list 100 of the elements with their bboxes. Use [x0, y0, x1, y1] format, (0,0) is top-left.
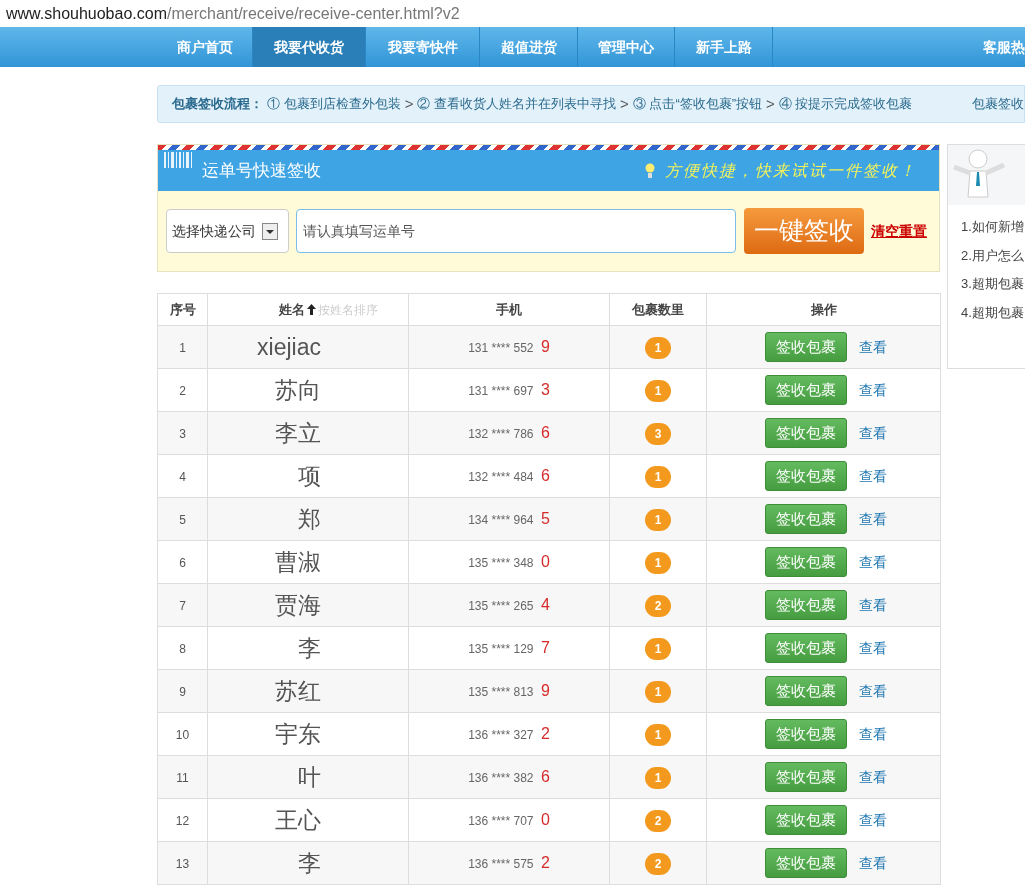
row-number: 9 — [179, 685, 186, 699]
view-link[interactable]: 查看 — [859, 852, 887, 874]
phone-number: 131 **** 697 — [468, 384, 534, 398]
row-number: 3 — [179, 427, 186, 441]
view-link[interactable]: 查看 — [859, 809, 887, 831]
phone-last-digit: 5 — [539, 510, 550, 527]
recipient-name: 李 — [298, 634, 321, 661]
recipient-name: 曹淑 — [275, 548, 321, 575]
view-link[interactable]: 查看 — [859, 723, 887, 745]
url-host: www.shouhuobao.com — [6, 3, 167, 24]
row-number: 5 — [179, 513, 186, 527]
phone-number: 135 **** 813 — [468, 685, 534, 699]
sign-parcel-button[interactable]: 签收包裹 — [765, 590, 847, 620]
recipient-name: 叶 — [298, 763, 321, 790]
sort-up-icon[interactable] — [306, 304, 316, 315]
flow-step: ④ 按提示完成签收包裹 — [778, 94, 913, 114]
phone-last-digit: 6 — [539, 467, 550, 484]
separator-glyph: > — [766, 93, 775, 114]
phone-number: 134 **** 964 — [468, 513, 534, 527]
sign-parcel-button[interactable]: 签收包裹 — [765, 461, 847, 491]
company-select[interactable]: 选择快递公司 — [166, 209, 289, 253]
row-number: 7 — [179, 599, 186, 613]
phone-last-digit: 3 — [539, 381, 550, 398]
phone-number: 132 **** 484 — [468, 470, 534, 484]
parcel-count-badge: 1 — [645, 380, 671, 402]
view-link[interactable]: 查看 — [859, 465, 887, 487]
phone-number: 135 **** 129 — [468, 642, 534, 656]
sign-parcel-button[interactable]: 签收包裹 — [765, 676, 847, 706]
sign-parcel-button[interactable]: 签收包裹 — [765, 375, 847, 405]
view-link[interactable]: 查看 — [859, 508, 887, 530]
waybill-input[interactable]: 请认真填写运单号 — [296, 209, 736, 253]
column-header: 包裹数里 — [632, 301, 684, 317]
sign-parcel-button[interactable]: 签收包裹 — [765, 633, 847, 663]
one-click-sign-button[interactable]: 一键签收 — [744, 208, 864, 254]
view-link[interactable]: 查看 — [859, 551, 887, 573]
reset-link[interactable]: 清空重置 — [871, 220, 927, 242]
row-number: 12 — [175, 814, 190, 828]
sign-parcel-button[interactable]: 签收包裹 — [765, 848, 847, 878]
flow-title: 包裹签收流程： — [172, 95, 263, 114]
recipient-name: 郑 — [298, 505, 321, 532]
view-link[interactable]: 查看 — [859, 336, 887, 358]
view-link[interactable]: 查看 — [859, 594, 887, 616]
nav-link[interactable]: 客服热 — [983, 27, 1025, 67]
view-link[interactable]: 查看 — [859, 422, 887, 444]
phone-last-digit: 2 — [539, 854, 550, 871]
recipient-name: 宇东 — [275, 720, 321, 747]
row-number: 6 — [179, 556, 186, 570]
flow-step: ③ 点击“签收包裹”按钮 — [632, 94, 763, 114]
view-link[interactable]: 查看 — [859, 637, 887, 659]
phone-last-digit: 9 — [539, 682, 550, 699]
view-link[interactable]: 查看 — [859, 379, 887, 401]
parcel-count-badge: 1 — [645, 509, 671, 531]
help-link[interactable]: 2.用户怎么 — [961, 245, 1025, 265]
parcel-count-badge: 2 — [645, 853, 671, 875]
parcel-count-badge: 3 — [645, 423, 671, 445]
phone-last-digit: 9 — [539, 338, 550, 355]
nav-tab[interactable]: 我要寄快件 — [366, 27, 480, 67]
sign-parcel-button[interactable]: 签收包裹 — [765, 762, 847, 792]
nav-tab[interactable]: 超值进货 — [480, 27, 578, 67]
flow-link[interactable]: 包裹签收 — [972, 94, 1024, 114]
row-number: 1 — [179, 341, 186, 355]
nav-tab[interactable]: 新手上路 — [675, 27, 773, 67]
row-number: 8 — [179, 642, 186, 656]
lightbulb-icon — [645, 162, 655, 179]
row-number: 10 — [175, 728, 190, 742]
panel-title: 运单号快速签收 — [202, 159, 321, 182]
sign-parcel-button[interactable]: 签收包裹 — [765, 805, 847, 835]
column-header: 操作 — [810, 301, 837, 317]
view-link[interactable]: 查看 — [859, 680, 887, 702]
sign-parcel-button[interactable]: 签收包裹 — [765, 418, 847, 448]
column-header: 手机 — [496, 301, 522, 317]
nav-tab[interactable]: 管理中心 — [578, 27, 675, 67]
parcel-count-badge: 1 — [645, 552, 671, 574]
column-header[interactable]: 姓名 — [278, 299, 305, 320]
recipient-name: 项 — [298, 462, 321, 489]
slogan: 方便快捷，快来试试一件签收！ — [665, 159, 917, 182]
view-link[interactable]: 查看 — [859, 766, 887, 788]
parcel-count-badge: 1 — [645, 638, 671, 660]
phone-last-digit: 6 — [539, 768, 550, 785]
phone-number: 131 **** 552 — [468, 341, 534, 355]
help-link[interactable]: 1.如何新增 — [961, 217, 1025, 237]
phone-number: 135 **** 348 — [468, 556, 534, 570]
phone-last-digit: 0 — [539, 553, 550, 570]
row-number: 4 — [179, 470, 186, 484]
sign-parcel-button[interactable]: 签收包裹 — [765, 332, 847, 362]
separator-glyph: > — [404, 93, 414, 114]
sign-parcel-button[interactable]: 签收包裹 — [765, 504, 847, 534]
flow-step: ② 查看收货人姓名并在列表中寻找 — [417, 94, 616, 114]
nav-tab[interactable]: 我要代收货 — [253, 27, 366, 67]
help-link[interactable]: 4.超期包裹 — [961, 302, 1025, 322]
flow-step: ① 包裹到店检查外包装 — [267, 94, 401, 114]
phone-number: 136 **** 327 — [468, 728, 534, 742]
phone-last-digit: 7 — [539, 639, 550, 656]
parcel-count-badge: 1 — [645, 681, 671, 703]
help-link[interactable]: 3.超期包裹 — [961, 274, 1025, 294]
recipient-name: 苏向 — [275, 376, 321, 403]
sign-parcel-button[interactable]: 签收包裹 — [765, 719, 847, 749]
phone-last-digit: 2 — [539, 725, 550, 742]
sign-parcel-button[interactable]: 签收包裹 — [765, 547, 847, 577]
phone-last-digit: 4 — [539, 596, 550, 613]
